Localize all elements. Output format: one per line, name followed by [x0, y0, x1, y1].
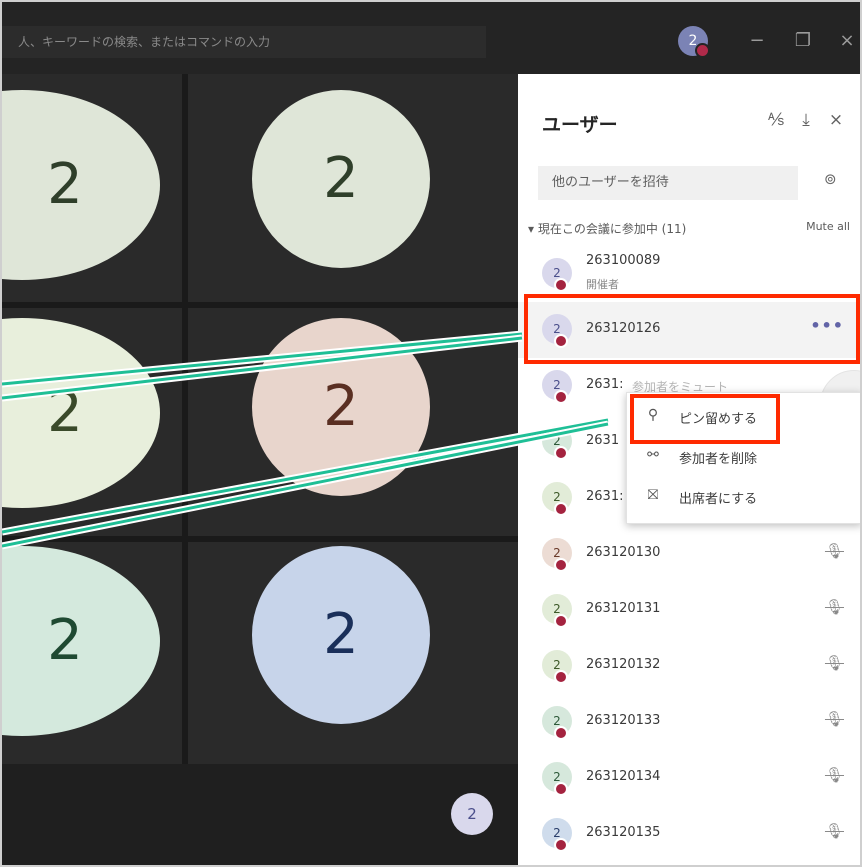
teams-window: 人、キーワードの検索、またはコマンドの入力 2 − ❐ × 2 2 2 2 2 … — [0, 0, 862, 867]
pointer-lines — [2, 330, 609, 550]
pointer-line — [2, 336, 523, 400]
pointer-line — [2, 422, 609, 548]
pointer-line — [2, 418, 609, 534]
pointer-line — [2, 332, 523, 386]
